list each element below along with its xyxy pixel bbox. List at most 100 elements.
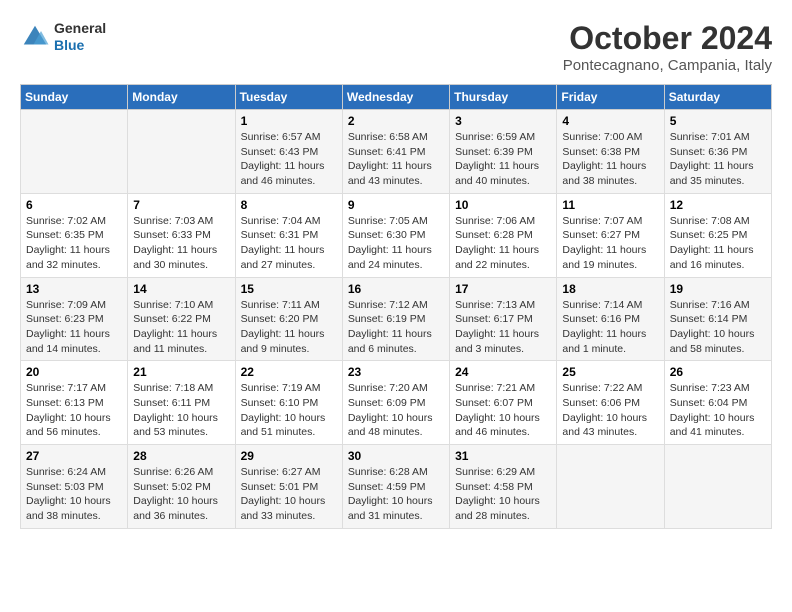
calendar-cell: 13 Sunrise: 7:09 AM Sunset: 6:23 PM Dayl…: [21, 277, 128, 361]
calendar-cell: 10 Sunrise: 7:06 AM Sunset: 6:28 PM Dayl…: [450, 193, 557, 277]
day-number: 27: [26, 449, 122, 463]
day-number: 12: [670, 198, 766, 212]
day-number: 18: [562, 282, 658, 296]
calendar-cell: 6 Sunrise: 7:02 AM Sunset: 6:35 PM Dayli…: [21, 193, 128, 277]
day-number: 30: [348, 449, 444, 463]
day-info: Sunrise: 6:28 AM Sunset: 4:59 PM Dayligh…: [348, 465, 444, 524]
calendar-cell: 24 Sunrise: 7:21 AM Sunset: 6:07 PM Dayl…: [450, 361, 557, 445]
weekday-header-saturday: Saturday: [664, 85, 771, 110]
day-info: Sunrise: 7:22 AM Sunset: 6:06 PM Dayligh…: [562, 381, 658, 440]
day-number: 2: [348, 114, 444, 128]
logo: General Blue: [20, 20, 106, 54]
page-header: General Blue October 2024 Pontecagnano, …: [20, 20, 772, 74]
calendar-cell: 12 Sunrise: 7:08 AM Sunset: 6:25 PM Dayl…: [664, 193, 771, 277]
day-number: 23: [348, 365, 444, 379]
day-number: 25: [562, 365, 658, 379]
logo-general: General: [54, 20, 106, 37]
day-info: Sunrise: 6:24 AM Sunset: 5:03 PM Dayligh…: [26, 465, 122, 524]
location: Pontecagnano, Campania, Italy: [563, 57, 772, 74]
calendar-cell: 9 Sunrise: 7:05 AM Sunset: 6:30 PM Dayli…: [342, 193, 449, 277]
calendar-cell: [128, 110, 235, 194]
calendar-cell: 28 Sunrise: 6:26 AM Sunset: 5:02 PM Dayl…: [128, 445, 235, 529]
calendar-cell: 18 Sunrise: 7:14 AM Sunset: 6:16 PM Dayl…: [557, 277, 664, 361]
weekday-header-sunday: Sunday: [21, 85, 128, 110]
day-info: Sunrise: 7:18 AM Sunset: 6:11 PM Dayligh…: [133, 381, 229, 440]
calendar-cell: 14 Sunrise: 7:10 AM Sunset: 6:22 PM Dayl…: [128, 277, 235, 361]
day-info: Sunrise: 7:10 AM Sunset: 6:22 PM Dayligh…: [133, 298, 229, 357]
day-number: 22: [241, 365, 337, 379]
calendar-cell: 17 Sunrise: 7:13 AM Sunset: 6:17 PM Dayl…: [450, 277, 557, 361]
day-number: 4: [562, 114, 658, 128]
day-info: Sunrise: 7:00 AM Sunset: 6:38 PM Dayligh…: [562, 130, 658, 189]
calendar-cell: 3 Sunrise: 6:59 AM Sunset: 6:39 PM Dayli…: [450, 110, 557, 194]
day-number: 28: [133, 449, 229, 463]
day-info: Sunrise: 7:03 AM Sunset: 6:33 PM Dayligh…: [133, 214, 229, 273]
day-info: Sunrise: 7:14 AM Sunset: 6:16 PM Dayligh…: [562, 298, 658, 357]
day-info: Sunrise: 7:09 AM Sunset: 6:23 PM Dayligh…: [26, 298, 122, 357]
day-number: 29: [241, 449, 337, 463]
day-info: Sunrise: 7:07 AM Sunset: 6:27 PM Dayligh…: [562, 214, 658, 273]
logo-text: General Blue: [54, 20, 106, 54]
calendar-cell: 29 Sunrise: 6:27 AM Sunset: 5:01 PM Dayl…: [235, 445, 342, 529]
calendar-cell: 31 Sunrise: 6:29 AM Sunset: 4:58 PM Dayl…: [450, 445, 557, 529]
calendar-cell: 8 Sunrise: 7:04 AM Sunset: 6:31 PM Dayli…: [235, 193, 342, 277]
calendar-cell: 20 Sunrise: 7:17 AM Sunset: 6:13 PM Dayl…: [21, 361, 128, 445]
weekday-header-thursday: Thursday: [450, 85, 557, 110]
calendar-cell: 5 Sunrise: 7:01 AM Sunset: 6:36 PM Dayli…: [664, 110, 771, 194]
calendar-cell: 2 Sunrise: 6:58 AM Sunset: 6:41 PM Dayli…: [342, 110, 449, 194]
day-info: Sunrise: 7:02 AM Sunset: 6:35 PM Dayligh…: [26, 214, 122, 273]
weekday-header-tuesday: Tuesday: [235, 85, 342, 110]
day-info: Sunrise: 7:21 AM Sunset: 6:07 PM Dayligh…: [455, 381, 551, 440]
day-info: Sunrise: 6:29 AM Sunset: 4:58 PM Dayligh…: [455, 465, 551, 524]
calendar-cell: [664, 445, 771, 529]
day-info: Sunrise: 7:01 AM Sunset: 6:36 PM Dayligh…: [670, 130, 766, 189]
calendar-cell: 22 Sunrise: 7:19 AM Sunset: 6:10 PM Dayl…: [235, 361, 342, 445]
day-info: Sunrise: 7:06 AM Sunset: 6:28 PM Dayligh…: [455, 214, 551, 273]
day-number: 9: [348, 198, 444, 212]
title-area: October 2024 Pontecagnano, Campania, Ita…: [563, 20, 772, 74]
calendar-cell: 27 Sunrise: 6:24 AM Sunset: 5:03 PM Dayl…: [21, 445, 128, 529]
day-number: 31: [455, 449, 551, 463]
day-number: 17: [455, 282, 551, 296]
day-info: Sunrise: 7:23 AM Sunset: 6:04 PM Dayligh…: [670, 381, 766, 440]
day-info: Sunrise: 7:20 AM Sunset: 6:09 PM Dayligh…: [348, 381, 444, 440]
day-info: Sunrise: 7:08 AM Sunset: 6:25 PM Dayligh…: [670, 214, 766, 273]
day-number: 8: [241, 198, 337, 212]
day-number: 14: [133, 282, 229, 296]
day-number: 16: [348, 282, 444, 296]
calendar-cell: 16 Sunrise: 7:12 AM Sunset: 6:19 PM Dayl…: [342, 277, 449, 361]
calendar-week-5: 27 Sunrise: 6:24 AM Sunset: 5:03 PM Dayl…: [21, 445, 772, 529]
day-number: 3: [455, 114, 551, 128]
day-info: Sunrise: 6:26 AM Sunset: 5:02 PM Dayligh…: [133, 465, 229, 524]
day-number: 5: [670, 114, 766, 128]
day-number: 11: [562, 198, 658, 212]
day-number: 13: [26, 282, 122, 296]
weekday-header-wednesday: Wednesday: [342, 85, 449, 110]
weekday-header-row: SundayMondayTuesdayWednesdayThursdayFrid…: [21, 85, 772, 110]
day-number: 1: [241, 114, 337, 128]
day-number: 24: [455, 365, 551, 379]
calendar-cell: 1 Sunrise: 6:57 AM Sunset: 6:43 PM Dayli…: [235, 110, 342, 194]
day-info: Sunrise: 6:58 AM Sunset: 6:41 PM Dayligh…: [348, 130, 444, 189]
day-number: 20: [26, 365, 122, 379]
weekday-header-friday: Friday: [557, 85, 664, 110]
day-info: Sunrise: 6:59 AM Sunset: 6:39 PM Dayligh…: [455, 130, 551, 189]
calendar-week-2: 6 Sunrise: 7:02 AM Sunset: 6:35 PM Dayli…: [21, 193, 772, 277]
day-info: Sunrise: 7:17 AM Sunset: 6:13 PM Dayligh…: [26, 381, 122, 440]
calendar-cell: 19 Sunrise: 7:16 AM Sunset: 6:14 PM Dayl…: [664, 277, 771, 361]
calendar-cell: [21, 110, 128, 194]
day-number: 6: [26, 198, 122, 212]
calendar-cell: 25 Sunrise: 7:22 AM Sunset: 6:06 PM Dayl…: [557, 361, 664, 445]
calendar-week-4: 20 Sunrise: 7:17 AM Sunset: 6:13 PM Dayl…: [21, 361, 772, 445]
day-number: 26: [670, 365, 766, 379]
day-number: 21: [133, 365, 229, 379]
month-title: October 2024: [563, 20, 772, 57]
calendar-week-1: 1 Sunrise: 6:57 AM Sunset: 6:43 PM Dayli…: [21, 110, 772, 194]
day-info: Sunrise: 7:12 AM Sunset: 6:19 PM Dayligh…: [348, 298, 444, 357]
calendar-week-3: 13 Sunrise: 7:09 AM Sunset: 6:23 PM Dayl…: [21, 277, 772, 361]
calendar-cell: 21 Sunrise: 7:18 AM Sunset: 6:11 PM Dayl…: [128, 361, 235, 445]
day-number: 10: [455, 198, 551, 212]
calendar-table: SundayMondayTuesdayWednesdayThursdayFrid…: [20, 84, 772, 529]
calendar-cell: 11 Sunrise: 7:07 AM Sunset: 6:27 PM Dayl…: [557, 193, 664, 277]
day-info: Sunrise: 6:27 AM Sunset: 5:01 PM Dayligh…: [241, 465, 337, 524]
